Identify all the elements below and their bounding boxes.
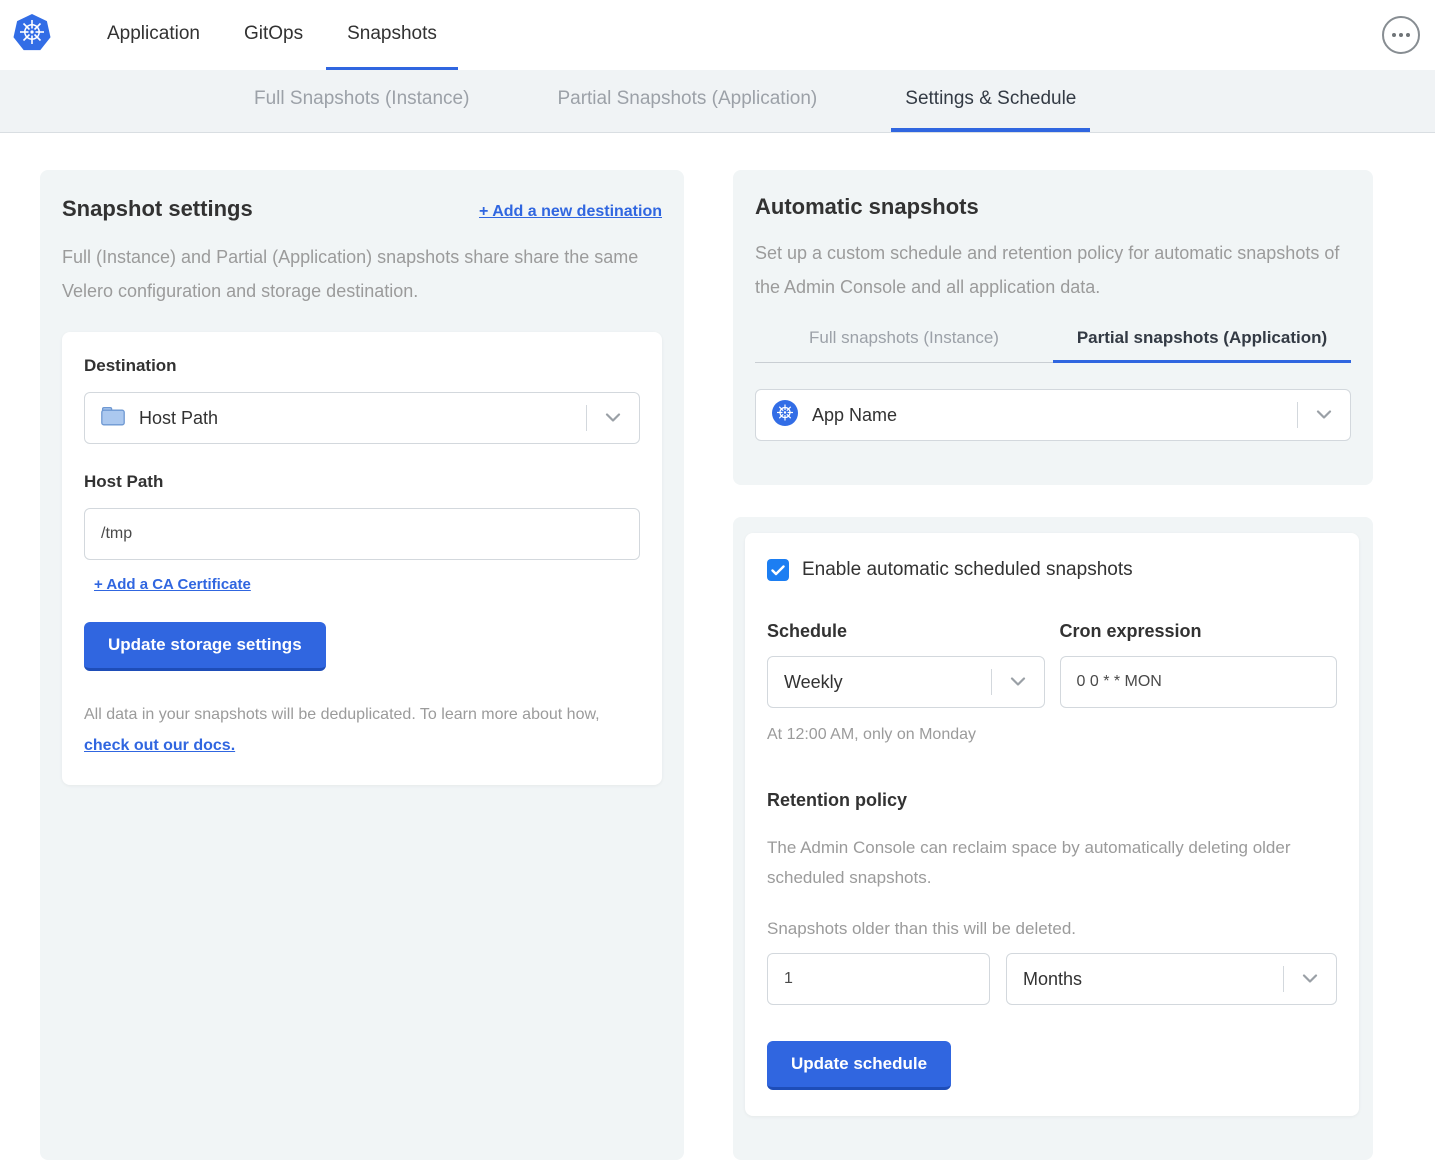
update-schedule-button[interactable]: Update schedule	[767, 1041, 951, 1090]
subnav-tab-full-snapshots[interactable]: Full Snapshots (Instance)	[240, 70, 483, 132]
schedule-card: Enable automatic scheduled snapshots Sch…	[745, 533, 1359, 1116]
retention-value-input[interactable]	[767, 953, 990, 1005]
chevron-down-icon	[1284, 974, 1336, 984]
schedule-frequency-select[interactable]: Weekly	[767, 656, 1045, 708]
tab-partial-snapshots-application[interactable]: Partial snapshots (Application)	[1053, 328, 1351, 363]
dedupe-note: All data in your snapshots will be dedup…	[84, 699, 640, 761]
automatic-snapshots-description: Set up a custom schedule and retention p…	[755, 236, 1351, 304]
snapshot-settings-panel: Snapshot settings + Add a new destinatio…	[40, 170, 684, 1160]
retention-unit-select[interactable]: Months	[1006, 953, 1337, 1005]
app-logo	[12, 0, 52, 70]
retention-policy-description: The Admin Console can reclaim space by a…	[767, 833, 1337, 893]
storage-settings-card: Destination Host Path Host Path + Add a …	[62, 332, 662, 785]
primary-nav: Application GitOps Snapshots	[86, 0, 458, 70]
automatic-snapshots-panel: Automatic snapshots Set up a custom sche…	[733, 170, 1373, 485]
folder-icon	[101, 406, 125, 431]
chevron-down-icon	[992, 677, 1044, 687]
nav-tab-snapshots[interactable]: Snapshots	[326, 0, 458, 70]
kubernetes-app-icon	[772, 400, 798, 431]
enable-snapshots-row: Enable automatic scheduled snapshots	[767, 559, 1337, 581]
app-select[interactable]: App Name	[755, 389, 1351, 441]
nav-tab-gitops[interactable]: GitOps	[223, 0, 324, 70]
subnav-tab-partial-snapshots[interactable]: Partial Snapshots (Application)	[543, 70, 831, 132]
schedule-label: Schedule	[767, 621, 1045, 642]
subnav-tab-settings-schedule[interactable]: Settings & Schedule	[891, 70, 1090, 132]
destination-select[interactable]: Host Path	[84, 392, 640, 444]
chevron-down-icon	[1298, 410, 1350, 420]
host-path-label: Host Path	[84, 472, 640, 492]
retention-unit-value: Months	[1023, 969, 1082, 990]
header-actions	[1382, 0, 1435, 70]
add-new-destination-link[interactable]: + Add a new destination	[479, 203, 662, 221]
automatic-snapshots-title: Automatic snapshots	[755, 194, 1351, 220]
snapshot-settings-title: Snapshot settings	[62, 196, 253, 222]
snapshots-subnav: Full Snapshots (Instance) Partial Snapsh…	[0, 70, 1435, 133]
cron-expression-input[interactable]	[1060, 656, 1338, 708]
app-selected-value: App Name	[812, 405, 897, 426]
schedule-selected-value: Weekly	[784, 672, 843, 693]
snapshot-type-tabs: Full snapshots (Instance) Partial snapsh…	[755, 328, 1351, 363]
enable-snapshots-label: Enable automatic scheduled snapshots	[802, 559, 1133, 581]
enable-snapshots-checkbox[interactable]	[767, 559, 789, 581]
chevron-down-icon	[587, 413, 639, 423]
ellipsis-icon	[1392, 33, 1396, 37]
nav-tab-application[interactable]: Application	[86, 0, 221, 70]
right-column: Automatic snapshots Set up a custom sche…	[733, 170, 1373, 1160]
tab-full-snapshots-instance[interactable]: Full snapshots (Instance)	[755, 328, 1053, 363]
add-ca-certificate-link[interactable]: + Add a CA Certificate	[94, 576, 251, 593]
top-nav-bar: Application GitOps Snapshots	[0, 0, 1435, 70]
update-storage-settings-button[interactable]: Update storage settings	[84, 622, 326, 671]
overflow-menu-button[interactable]	[1382, 16, 1420, 54]
schedule-panel: Enable automatic scheduled snapshots Sch…	[733, 517, 1373, 1160]
host-path-input[interactable]	[84, 508, 640, 560]
retention-helper-text: Snapshots older than this will be delete…	[767, 919, 1337, 939]
kubernetes-logo-icon	[12, 13, 52, 58]
destination-selected-value: Host Path	[139, 408, 218, 429]
destination-label: Destination	[84, 356, 640, 376]
docs-link[interactable]: check out our docs.	[84, 737, 235, 754]
main-content: Snapshot settings + Add a new destinatio…	[0, 133, 1435, 1170]
cron-expression-label: Cron expression	[1060, 621, 1338, 642]
snapshot-settings-description: Full (Instance) and Partial (Application…	[62, 240, 662, 308]
retention-policy-title: Retention policy	[767, 790, 1337, 811]
cron-human-readable: At 12:00 AM, only on Monday	[767, 726, 1337, 744]
